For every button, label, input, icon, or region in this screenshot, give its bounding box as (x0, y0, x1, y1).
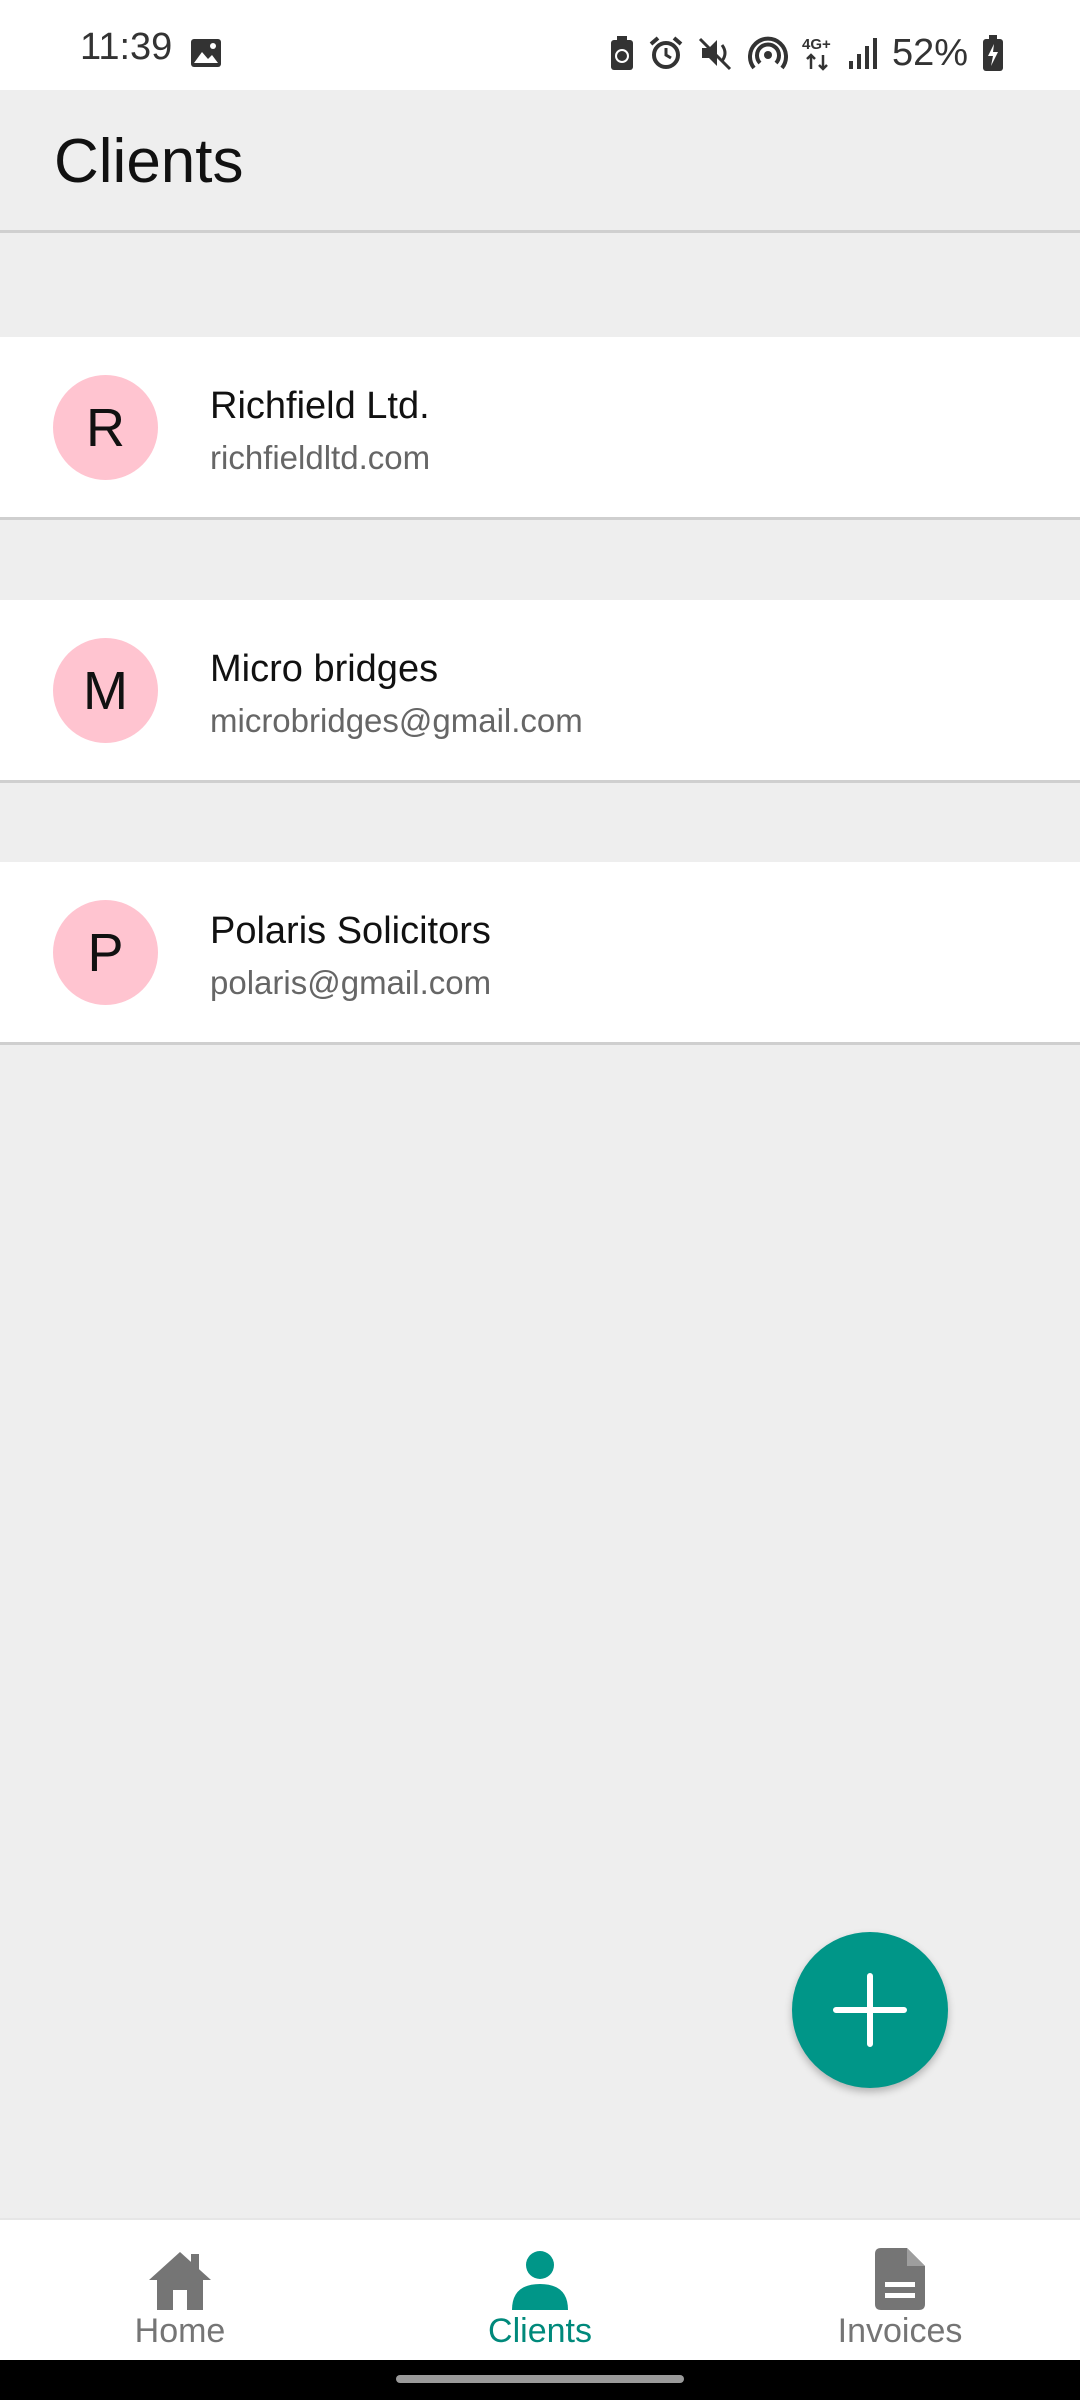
svg-text:4G+: 4G+ (802, 36, 831, 53)
gesture-handle[interactable] (396, 2375, 684, 2383)
status-icons: 4G+ 52% (610, 30, 1004, 76)
battery-saver-icon (610, 36, 633, 70)
image-icon (191, 39, 221, 67)
avatar: R (53, 375, 158, 480)
status-bar: 11:39 4G+ 52% (0, 0, 1080, 90)
avatar: M (53, 638, 158, 743)
document-icon (875, 2248, 925, 2310)
plus-icon (833, 1973, 907, 2047)
person-icon (512, 2251, 568, 2310)
status-time: 11:39 (80, 26, 173, 68)
page-title: Clients (54, 127, 244, 196)
home-icon (149, 2252, 211, 2310)
client-list-item[interactable]: P Polaris Solicitors polaris@gmail.com (0, 862, 1080, 1045)
client-contact: richfieldltd.com (210, 439, 431, 476)
client-contact: polaris@gmail.com (210, 964, 492, 1001)
gesture-bar (0, 2360, 1080, 2400)
alarm-icon (649, 36, 683, 69)
battery-charging-icon (983, 35, 1003, 71)
app-header: Clients (0, 90, 1080, 233)
signal-icon (848, 38, 877, 69)
client-contact: microbridges@gmail.com (210, 702, 583, 739)
nav-item-clients[interactable]: Clients (440, 2220, 640, 2362)
avatar: P (53, 900, 158, 1005)
client-name: Polaris Solicitors (210, 910, 491, 952)
network-4g-icon: 4G+ (802, 36, 831, 71)
mute-icon (698, 37, 731, 71)
battery-percent: 52% (891, 31, 968, 74)
add-client-button[interactable] (792, 1932, 948, 2088)
nav-item-home[interactable]: Home (80, 2220, 280, 2362)
nav-label-home: Home (134, 2312, 226, 2350)
client-name: Micro bridges (210, 648, 439, 690)
client-list-item[interactable]: R Richfield Ltd. richfieldltd.com (0, 337, 1080, 520)
client-name: Richfield Ltd. (210, 385, 430, 427)
client-list-item[interactable]: M Micro bridges microbridges@gmail.com (0, 600, 1080, 783)
nav-label-clients: Clients (488, 2312, 592, 2350)
nav-label-invoices: Invoices (837, 2312, 963, 2350)
bottom-navigation: Home Clients Invoices (0, 2218, 1080, 2362)
nav-item-invoices[interactable]: Invoices (800, 2220, 1000, 2362)
hotspot-icon (748, 36, 788, 70)
